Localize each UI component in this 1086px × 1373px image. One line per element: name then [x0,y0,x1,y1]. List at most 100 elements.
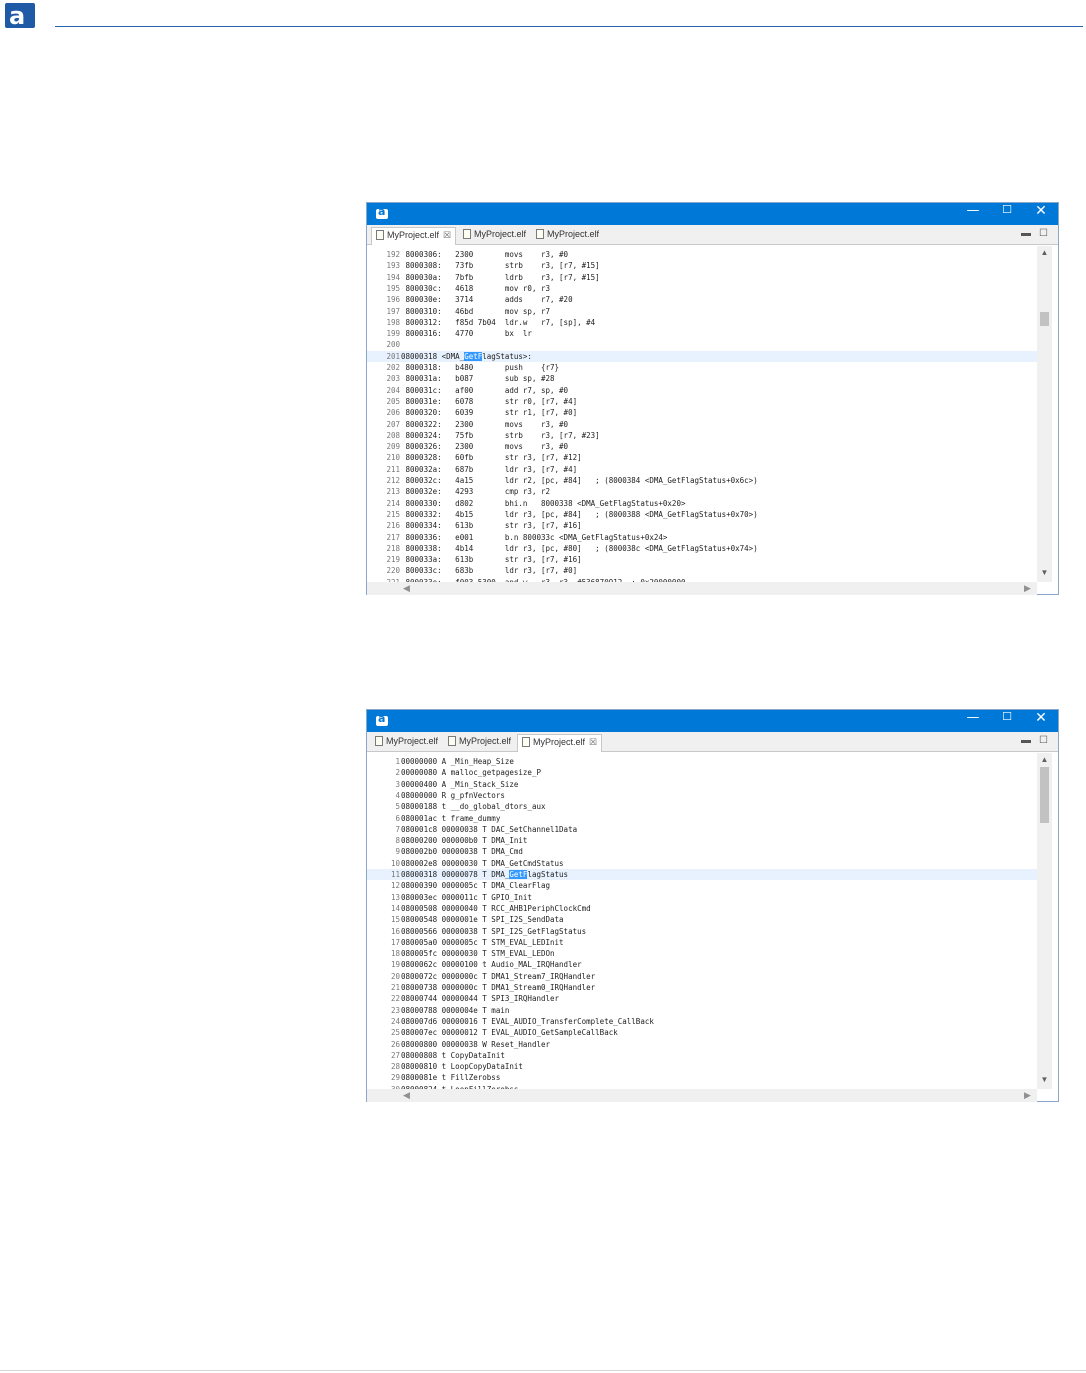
code-line[interactable]: 4 08000000 R g_pfnVectors [367,790,1037,801]
scroll-left-icon[interactable]: ◀ [403,582,410,595]
code-line[interactable]: 219 800033a: 613b str r3, [r7, #16] [367,554,1037,565]
vertical-scrollbar[interactable]: ▲ ▼ [1037,753,1052,1089]
tab-myproject-elf-1[interactable]: MyProject.elf [371,734,442,752]
code-line[interactable]: 16 08000566 00000038 T SPI_I2S_GetFlagSta… [367,926,1037,937]
code-line[interactable]: 201 08000318 <DMA_GetFlagStatus>: [367,350,1037,362]
code-line[interactable]: 212 800032c: 4a15 ldr r2, [pc, #84] ; (8… [367,475,1037,486]
minimize-button[interactable]: — [956,203,990,225]
code-line[interactable]: 23 08000788 0000004e T main [367,1005,1037,1016]
title-bar[interactable]: — ☐ ✕ [367,710,1058,732]
horizontal-scrollbar[interactable]: ◀ ▶ [367,1089,1037,1102]
code-line[interactable]: 203 800031a: b087 sub sp, #28 [367,373,1037,384]
code-line[interactable]: 2 00000080 A malloc_getpagesize_P [367,767,1037,778]
maximize-view-icon[interactable]: ☐ [1039,735,1048,746]
code-line[interactable]: 213 800032e: 4293 cmp r3, r2 [367,486,1037,497]
code-line[interactable]: 11 08000318 00000078 T DMA_GetFlagStatus [367,869,1037,881]
maximize-button[interactable]: ☐ [990,203,1024,225]
scroll-right-icon[interactable]: ▶ [1024,582,1031,595]
minimize-view-icon[interactable]: ▬ [1021,228,1031,239]
code-line[interactable]: 205 800031e: 6078 str r0, [r7, #4] [367,396,1037,407]
code-line[interactable]: 28 08000810 t LoopCopyDataInit [367,1061,1037,1072]
code-line[interactable]: 214 8000330: d802 bhi.n 8000338 <DMA_Get… [367,498,1037,509]
code-line[interactable]: 1 00000000 A _Min_Heap_Size [367,756,1037,767]
code-line[interactable]: 197 8000310: 46bd mov sp, r7 [367,306,1037,317]
maximize-view-icon[interactable]: ☐ [1039,228,1048,239]
code-line[interactable]: 206 8000320: 6039 str r1, [r7, #0] [367,407,1037,418]
code-editor[interactable]: 192 8000306: 2300 movs r3, #0 193 8000308… [367,246,1037,582]
title-bar[interactable]: — ☐ ✕ [367,203,1058,225]
code-line[interactable]: 8 08000200 000000b0 T DMA_Init [367,835,1037,846]
code-line[interactable]: 22 08000744 00000044 T SPI3_IRQHandler [367,993,1037,1004]
code-line[interactable]: 217 8000336: e001 b.n 800033c <DMA_GetFl… [367,532,1037,543]
vertical-scrollbar[interactable]: ▲ ▼ [1037,246,1052,582]
code-line[interactable]: 13 080003ec 0000011c T GPIO_Init [367,892,1037,903]
code-line[interactable]: 3 00000400 A _Min_Stack_Size [367,779,1037,790]
scroll-up-icon[interactable]: ▲ [1037,755,1052,764]
app-icon [376,205,388,219]
line-number: 21 [390,983,400,992]
code-line[interactable]: 21 08000738 0000000c T DMA1_Stream0_IRQHa… [367,982,1037,993]
code-line[interactable]: 218 8000338: 4b14 ldr r3, [pc, #80] ; (8… [367,543,1037,554]
code-line[interactable]: 195 800030c: 4618 mov r0, r3 [367,283,1037,294]
scroll-right-icon[interactable]: ▶ [1024,1089,1031,1102]
code-line[interactable]: 216 8000334: 613b str r3, [r7, #16] [367,520,1037,531]
code-line[interactable]: 220 800033c: 683b ldr r3, [r7, #0] [367,565,1037,576]
tab-myproject-elf-2[interactable]: MyProject.elf [459,227,530,245]
code-line[interactable]: 215 8000332: 4b15 ldr r3, [pc, #84] ; (8… [367,509,1037,520]
line-text: 8000328: 60fb str r3, [r7, #12] [401,452,582,463]
code-line[interactable]: 25 080007ec 00000012 T EVAL_AUDIO_GetSamp… [367,1027,1037,1038]
code-line[interactable]: 20 0800072c 0000000c T DMA1_Stream7_IRQHa… [367,971,1037,982]
scroll-down-icon[interactable]: ▼ [1037,1075,1052,1084]
code-editor[interactable]: 1 00000000 A _Min_Heap_Size 2 00000080 A ma… [367,753,1037,1089]
code-line[interactable]: 9 080002b0 00000038 T DMA_Cmd [367,846,1037,857]
minimize-view-icon[interactable]: ▬ [1021,735,1031,746]
tab-myproject-elf-2[interactable]: MyProject.elf [444,734,515,752]
code-line[interactable]: 200 [367,339,1037,350]
tab-close-icon[interactable]: ☒ [443,230,451,240]
scroll-down-icon[interactable]: ▼ [1037,568,1052,577]
code-line[interactable]: 29 0800081e t FillZerobss [367,1072,1037,1083]
code-line[interactable]: 6 080001ac t frame_dummy [367,813,1037,824]
code-line[interactable]: 211 800032a: 687b ldr r3, [r7, #4] [367,464,1037,475]
code-line[interactable]: 12 08000390 0000005c T DMA_ClearFlag [367,880,1037,891]
line-text: 800032e: 4293 cmp r3, r2 [401,486,551,497]
code-line[interactable]: 26 08000800 00000038 W Reset_Handler [367,1039,1037,1050]
code-line[interactable]: 7 080001c8 00000038 T DAC_SetChannel1Data [367,824,1037,835]
code-line[interactable]: 5 08000188 t __do_global_dtors_aux [367,801,1037,812]
code-line[interactable]: 15 08000548 0000001e T SPI_I2S_SendData [367,914,1037,925]
code-line[interactable]: 19 0800062c 00000100 t Audio_MAL_IRQHandl… [367,959,1037,970]
maximize-button[interactable]: ☐ [990,710,1024,732]
code-line[interactable]: 198 8000312: f85d 7b04 ldr.w r7, [sp], #… [367,317,1037,328]
code-line[interactable]: 199 8000316: 4770 bx lr [367,328,1037,339]
code-line[interactable]: 194 800030a: 7bfb ldrb r3, [r7, #15] [367,272,1037,283]
code-line[interactable]: 202 8000318: b480 push {r7} [367,362,1037,373]
scroll-left-icon[interactable]: ◀ [403,1089,410,1102]
tab-myproject-elf-3[interactable]: MyProject.elf [532,227,603,245]
code-line[interactable]: 14 08000508 00000040 T RCC_AHB1PeriphCloc… [367,903,1037,914]
code-line[interactable]: 27 08000808 t CopyDataInit [367,1050,1037,1061]
code-line[interactable]: 208 8000324: 75fb strb r3, [r7, #23] [367,430,1037,441]
code-line[interactable]: 204 800031c: af00 add r7, sp, #0 [367,385,1037,396]
close-button[interactable]: ✕ [1024,710,1058,732]
scrollbar-thumb[interactable] [1040,312,1049,326]
code-line[interactable]: 10 080002e8 00000030 T DMA_GetCmdStatus [367,858,1037,869]
code-line[interactable]: 192 8000306: 2300 movs r3, #0 [367,249,1037,260]
code-line[interactable]: 18 080005fc 00000030 T STM_EVAL_LEDOn [367,948,1037,959]
tab-myproject-elf-3[interactable]: MyProject.elf ☒ [517,734,603,752]
horizontal-scrollbar[interactable]: ◀ ▶ [367,582,1037,595]
line-text: 8000310: 46bd mov sp, r7 [401,306,551,317]
tab-myproject-elf-1[interactable]: MyProject.elf ☒ [371,227,457,245]
code-line[interactable]: 24 080007d6 00000016 T EVAL_AUDIO_Transfe… [367,1016,1037,1027]
code-line[interactable]: 209 8000326: 2300 movs r3, #0 [367,441,1037,452]
code-line[interactable]: 196 800030e: 3714 adds r7, #20 [367,294,1037,305]
minimize-button[interactable]: — [956,710,990,732]
code-line[interactable]: 210 8000328: 60fb str r3, [r7, #12] [367,452,1037,463]
code-line[interactable]: 207 8000322: 2300 movs r3, #0 [367,419,1037,430]
close-button[interactable]: ✕ [1024,203,1058,225]
code-line[interactable]: 17 080005a0 0000005c T STM_EVAL_LEDInit [367,937,1037,948]
line-number: 192 [386,250,400,259]
scrollbar-thumb[interactable] [1040,767,1049,823]
code-line[interactable]: 193 8000308: 73fb strb r3, [r7, #15] [367,260,1037,271]
scroll-up-icon[interactable]: ▲ [1037,248,1052,257]
tab-close-icon[interactable]: ☒ [589,737,597,747]
